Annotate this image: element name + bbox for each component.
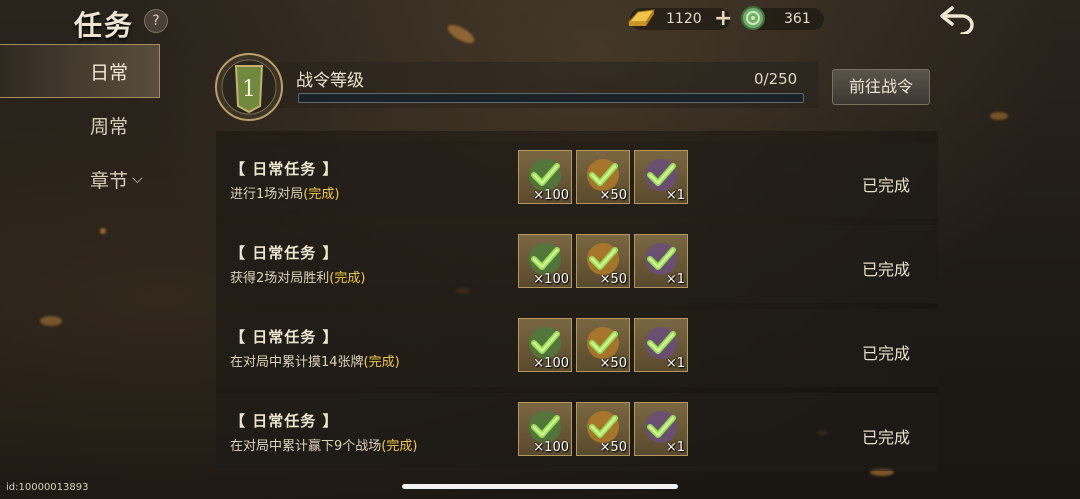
reward-quantity: ×50: [599, 356, 627, 371]
nav-tab-weekly[interactable]: 周常: [0, 98, 160, 152]
page-title: 任务: [74, 9, 135, 42]
reward-quantity: ×1: [665, 440, 685, 455]
task-desc-text: 进行1场对局: [230, 187, 304, 202]
task-row: 【 日常任务 】 进行1场对局(完成) ×100 ×50 ×1 已完成: [216, 141, 938, 219]
task-desc-text: 在对局中累计赢下9个战场: [230, 439, 382, 454]
reward-quantity: ×100: [533, 188, 569, 203]
user-id: id:10000013893: [6, 482, 89, 493]
task-done-tag: (完成): [381, 439, 418, 454]
help-button[interactable]: ?: [144, 9, 168, 33]
reward-quantity: ×100: [533, 272, 569, 287]
reward-quantity: ×50: [599, 272, 627, 287]
jade-coin-icon: [741, 6, 765, 30]
reward-quantity: ×100: [533, 356, 569, 371]
gold-amount: 1120: [666, 11, 702, 27]
task-description: 在对局中累计摸14张牌(完成): [230, 351, 400, 370]
task-description: 获得2场对局胜利(完成): [230, 267, 365, 286]
home-indicator[interactable]: [402, 484, 678, 489]
task-status: 已完成: [862, 428, 911, 447]
task-done-tag: (完成): [363, 355, 400, 370]
rank-medal: 1: [215, 53, 283, 121]
jade-currency: 361: [741, 6, 824, 30]
ember-spark: [100, 228, 106, 234]
nav-tab-label: 日常: [90, 61, 129, 84]
reward-item[interactable]: ×50: [576, 150, 630, 204]
nav-tab-label: 章节: [90, 169, 129, 192]
reward-item[interactable]: ×100: [518, 150, 572, 204]
task-status: 已完成: [862, 176, 911, 195]
reward-item[interactable]: ×1: [634, 234, 688, 288]
task-status: 已完成: [862, 260, 911, 279]
nav-tab-daily[interactable]: 日常: [0, 44, 160, 98]
reward-item[interactable]: ×100: [518, 318, 572, 372]
reward-list: ×100 ×50 ×1: [518, 150, 688, 204]
task-description: 在对局中累计赢下9个战场(完成): [230, 435, 417, 454]
ember-spark: [40, 316, 62, 326]
chevron-down-icon: ⌵: [132, 171, 143, 187]
task-list: 【 日常任务 】 进行1场对局(完成) ×100 ×50 ×1 已完成 【 日常…: [216, 131, 938, 471]
reward-item[interactable]: ×50: [576, 402, 630, 456]
reward-item[interactable]: ×100: [518, 402, 572, 456]
task-desc-text: 获得2场对局胜利: [230, 271, 330, 286]
task-row: 【 日常任务 】 获得2场对局胜利(完成) ×100 ×50 ×1 已完成: [216, 225, 938, 303]
task-done-tag: (完成): [329, 271, 366, 286]
rank-label: 战令等级: [296, 71, 364, 91]
reward-quantity: ×1: [665, 356, 685, 371]
goto-battle-pass-button[interactable]: 前往战令: [832, 69, 930, 105]
nav-tab-label: 周常: [90, 115, 129, 138]
sidebar-nav: 日常 周常 章节 ⌵: [0, 44, 160, 206]
rank-progress-count: 0/250: [754, 70, 798, 88]
reward-item[interactable]: ×1: [634, 402, 688, 456]
gold-ingot-icon: [627, 9, 656, 26]
task-status: 已完成: [862, 344, 911, 363]
ember-spark: [445, 21, 477, 47]
task-title: 【 日常任务 】: [230, 412, 339, 430]
task-description: 进行1场对局(完成): [230, 183, 339, 202]
reward-quantity: ×50: [599, 440, 627, 455]
reward-quantity: ×100: [533, 440, 569, 455]
nav-tab-chapter[interactable]: 章节 ⌵: [0, 152, 160, 206]
reward-quantity: ×50: [599, 188, 627, 203]
add-currency-button[interactable]: +: [714, 6, 732, 31]
reward-list: ×100 ×50 ×1: [518, 402, 688, 456]
rank-level: 1: [242, 77, 256, 102]
reward-item[interactable]: ×1: [634, 150, 688, 204]
reward-list: ×100 ×50 ×1: [518, 318, 688, 372]
task-title: 【 日常任务 】: [230, 244, 339, 262]
reward-item[interactable]: ×50: [576, 318, 630, 372]
reward-item[interactable]: ×100: [518, 234, 572, 288]
reward-item[interactable]: ×1: [634, 318, 688, 372]
reward-quantity: ×1: [665, 188, 685, 203]
reward-list: ×100 ×50 ×1: [518, 234, 688, 288]
task-title: 【 日常任务 】: [230, 160, 339, 178]
task-desc-text: 在对局中累计摸14张牌: [230, 355, 364, 370]
rank-progress-bar: [298, 93, 804, 103]
ember-spark: [990, 112, 1008, 120]
reward-quantity: ×1: [665, 272, 685, 287]
back-arrow-icon[interactable]: [938, 4, 978, 34]
jade-amount: 361: [784, 11, 811, 27]
task-row: 【 日常任务 】 在对局中累计摸14张牌(完成) ×100 ×50 ×1 已完成: [216, 309, 938, 387]
task-done-tag: (完成): [303, 187, 340, 202]
task-title: 【 日常任务 】: [230, 328, 339, 346]
reward-item[interactable]: ×50: [576, 234, 630, 288]
task-row: 【 日常任务 】 在对局中累计赢下9个战场(完成) ×100 ×50 ×1 已完…: [216, 393, 938, 471]
